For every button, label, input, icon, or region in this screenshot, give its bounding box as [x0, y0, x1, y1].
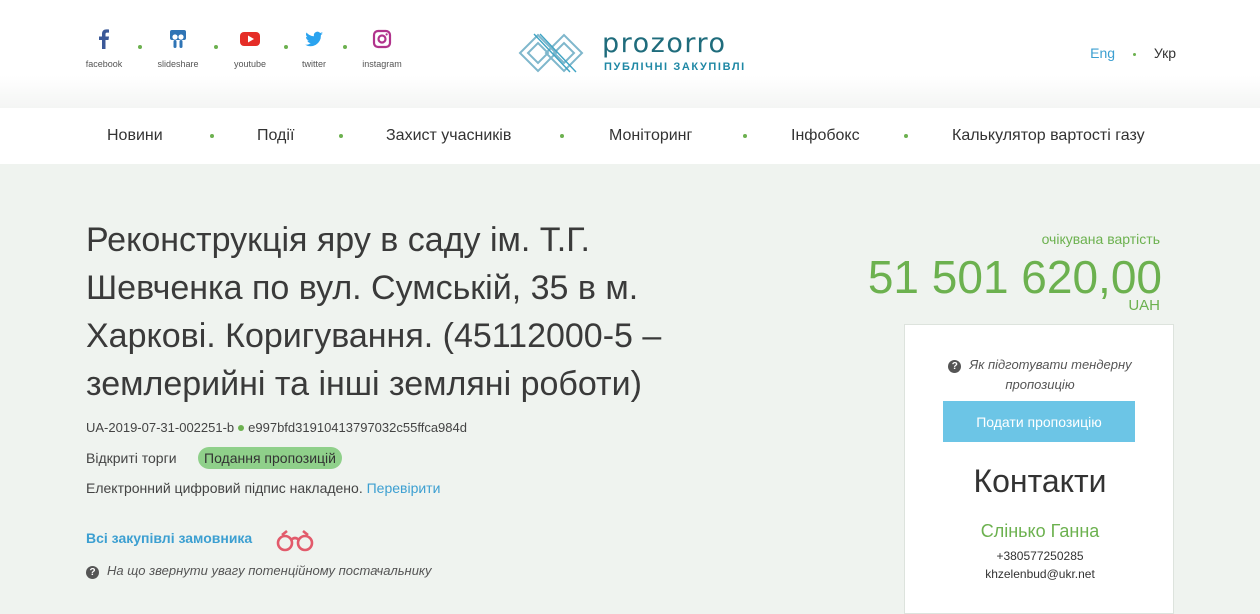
logo-subtitle: ПУБЛІЧНІ ЗАКУПІВЛІ: [604, 61, 746, 73]
expected-value-currency: UAH: [1128, 297, 1160, 314]
slideshare-label: slideshare: [157, 59, 199, 69]
procurement-type: Відкриті торги: [86, 450, 177, 466]
nav-item-news[interactable]: Новини: [107, 127, 163, 145]
youtube-link[interactable]: youtube: [220, 28, 280, 69]
nav-item-participant-protection[interactable]: Захист учасників: [386, 127, 511, 145]
how-to-prepare-line2: пропозицію: [1005, 377, 1075, 392]
supplier-hint[interactable]: ? На що звернути увагу потенційному поста…: [86, 563, 432, 579]
separator-dot: [210, 134, 214, 138]
facebook-icon: [99, 29, 109, 49]
nav-item-monitoring[interactable]: Моніторинг: [609, 127, 692, 145]
supplier-hint-text: На що звернути увагу потенційному постач…: [107, 563, 432, 578]
language-switcher: Eng Укр: [1090, 45, 1176, 61]
instagram-link[interactable]: instagram: [352, 28, 412, 69]
contact-name: Слінько Ганна: [980, 521, 1100, 541]
separator-dot: [1132, 52, 1136, 56]
expected-value: 51 501 620,00: [867, 251, 1162, 303]
nav-item-infobox[interactable]: Інфобокс: [791, 127, 860, 145]
how-to-prepare-line1: Як підготувати тендерну: [969, 357, 1132, 372]
language-eng[interactable]: Eng: [1090, 45, 1115, 61]
twitter-label: twitter: [301, 59, 326, 69]
youtube-label: youtube: [233, 59, 267, 69]
main-nav: Новини Події Захист учасників Моніторинг…: [0, 108, 1260, 164]
tender-side-panel: ? Як підготувати тендерну пропозицію Пода…: [904, 324, 1174, 614]
submit-proposal-button[interactable]: Подати пропозицію: [943, 401, 1135, 442]
nav-item-events[interactable]: Події: [257, 127, 294, 145]
how-to-prepare-link[interactable]: ? Як підготувати тендерну пропозицію: [905, 355, 1175, 395]
facebook-label: facebook: [85, 59, 123, 69]
contact-phone: +380577250285: [996, 549, 1084, 563]
prozorro-logo[interactable]: prozorro ПУБЛІЧНІ ЗАКУПІВЛІ: [516, 28, 756, 78]
contact-email[interactable]: khzelenbud@ukr.net: [905, 567, 1175, 581]
all-customer-purchases-link[interactable]: Всі закупівлі замовника: [86, 530, 252, 546]
question-icon: ?: [948, 360, 962, 373]
verify-signature-link[interactable]: Перевірити: [367, 480, 441, 496]
binoculars-icon[interactable]: [274, 528, 316, 554]
separator-dot: [560, 134, 564, 138]
separator-dot: [343, 45, 347, 49]
twitter-icon: [305, 31, 323, 47]
slideshare-icon: [170, 30, 186, 48]
separator-dot: [339, 134, 343, 138]
instagram-icon: [372, 29, 392, 49]
separator-dot: [238, 425, 245, 432]
slideshare-link[interactable]: slideshare: [148, 28, 208, 69]
instagram-label: instagram: [362, 59, 402, 69]
logo-wordmark: prozorro: [602, 28, 727, 59]
tender-id: UA-2019-07-31-002251-b: [86, 420, 235, 435]
prozorro-logo-icon: [518, 33, 584, 73]
contacts-title: Контакти: [973, 463, 1107, 499]
nav-item-gas-calculator[interactable]: Калькулятор вартості газу: [952, 127, 1145, 145]
status-badge: Подання пропозицій: [198, 447, 342, 469]
signature-text: Електронний цифровий підпис накладено.: [86, 480, 363, 496]
question-icon: ?: [86, 566, 99, 579]
tender-hash: e997bfd31910413797032c55ffca984d: [248, 420, 467, 435]
separator-dot: [138, 45, 142, 49]
twitter-link[interactable]: twitter: [284, 28, 344, 69]
separator-dot: [214, 45, 218, 49]
top-header: facebook slideshare youtube twitter inst…: [0, 0, 1260, 108]
tender-title: Реконструкція яру в саду ім. Т.Г. Шевчен…: [86, 221, 662, 403]
youtube-icon: [240, 32, 260, 46]
separator-dot: [904, 134, 908, 138]
language-ukr[interactable]: Укр: [1154, 45, 1176, 61]
separator-dot: [743, 134, 747, 138]
signature-line: Електронний цифровий підпис накладено. П…: [86, 480, 440, 496]
facebook-link[interactable]: facebook: [74, 28, 134, 69]
expected-value-label: очікувана вартість: [1041, 231, 1160, 247]
tender-id-line: UA-2019-07-31-002251-b e997bfd31910413797…: [86, 420, 467, 435]
